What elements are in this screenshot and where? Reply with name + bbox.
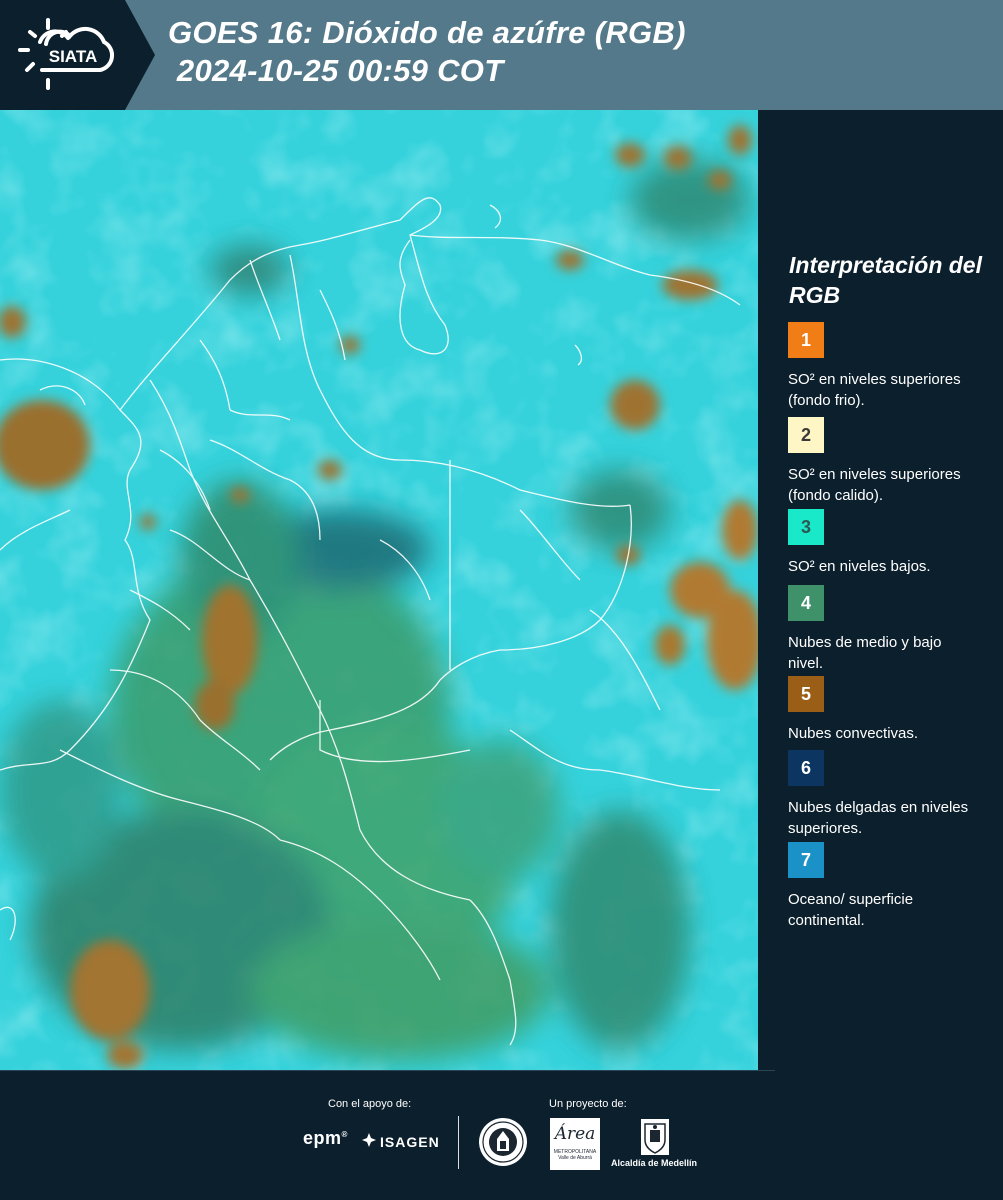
footer: Con el apoyo de: Un proyecto de: epm® IS… xyxy=(0,1070,1003,1200)
legend-swatch-4: 4 xyxy=(788,585,824,621)
satellite-map xyxy=(0,110,758,1070)
legend-swatch-6: 6 xyxy=(788,750,824,786)
legend-label-1: SO² en niveles superiores (fondo frio). xyxy=(788,371,961,409)
legend-label-5: Nubes convectivas. xyxy=(788,725,919,742)
siata-logo: SIATA xyxy=(0,0,155,110)
epm-text: epm xyxy=(303,1128,342,1148)
alcaldia-text: Alcaldía de Medellín xyxy=(611,1158,698,1168)
legend-swatch-7: 7 xyxy=(788,842,824,878)
page-title: GOES 16: Dióxido de azúfre (RGB) 2024-10… xyxy=(168,14,686,90)
epm-mark: ® xyxy=(341,1130,348,1139)
legend-label-6: Nubes delgadas en niveles superiores. xyxy=(788,799,969,837)
legend-item-4: 4 Nubes de medio y bajo nivel. xyxy=(788,585,998,674)
legend-swatch-3: 3 xyxy=(788,509,824,545)
coat-of-arms-icon xyxy=(641,1119,669,1155)
area-metropolitana-logo: Área METROPOLITANA Valle de Aburrá xyxy=(550,1118,600,1170)
legend-item-2: 2 SO² en niveles superiores (fondo calid… xyxy=(788,417,998,506)
isagen-text: ISAGEN xyxy=(380,1134,440,1150)
legend-item-5: 5 Nubes convectivas. xyxy=(788,676,998,744)
satellite-image xyxy=(0,110,758,1070)
legend-swatch-2: 2 xyxy=(788,417,824,453)
legend-swatch-1: 1 xyxy=(788,322,824,358)
legend-item-7: 7 Oceano/ superficie continental. xyxy=(788,842,998,931)
legend-item-6: 6 Nubes delgadas en niveles superiores. xyxy=(788,750,998,839)
area-name: Área xyxy=(554,1124,596,1144)
isagen-star-icon xyxy=(362,1133,376,1147)
isagen-logo: ISAGEN xyxy=(362,1133,440,1150)
legend-label-2: SO² en niveles superiores (fondo calido)… xyxy=(788,466,961,504)
title-line-product: GOES 16: Dióxido de azúfre (RGB) xyxy=(168,15,686,50)
title-line-datetime: 2024-10-25 00:59 COT xyxy=(168,53,504,88)
legend-item-3: 3 SO² en niveles bajos. xyxy=(788,509,998,577)
legend-panel: Interpretación del RGB 1 SO² en niveles … xyxy=(758,110,1003,1070)
epm-logo: epm® xyxy=(303,1128,348,1149)
legend-label-7: Oceano/ superficie continental. xyxy=(788,891,914,929)
footer-vertical-divider xyxy=(458,1116,459,1169)
legend-label-3: SO² en niveles bajos. xyxy=(788,558,931,575)
footer-divider xyxy=(0,1070,775,1071)
legend-label-4: Nubes de medio y bajo nivel. xyxy=(788,634,942,672)
legend-item-1: 1 SO² en niveles superiores (fondo frio)… xyxy=(788,322,998,411)
legend-title: Interpretación del RGB xyxy=(789,252,982,308)
support-label: Con el apoyo de: xyxy=(328,1098,412,1110)
medellin-seal-icon xyxy=(479,1118,527,1166)
logo-text: SIATA xyxy=(49,47,97,66)
header: SIATA GOES 16: Dióxido de azúfre (RGB) 2… xyxy=(0,0,1003,110)
project-label: Un proyecto de: xyxy=(549,1098,627,1110)
legend-swatch-5: 5 xyxy=(788,676,824,712)
area-sub-2: Valle de Aburrá xyxy=(558,1155,592,1161)
